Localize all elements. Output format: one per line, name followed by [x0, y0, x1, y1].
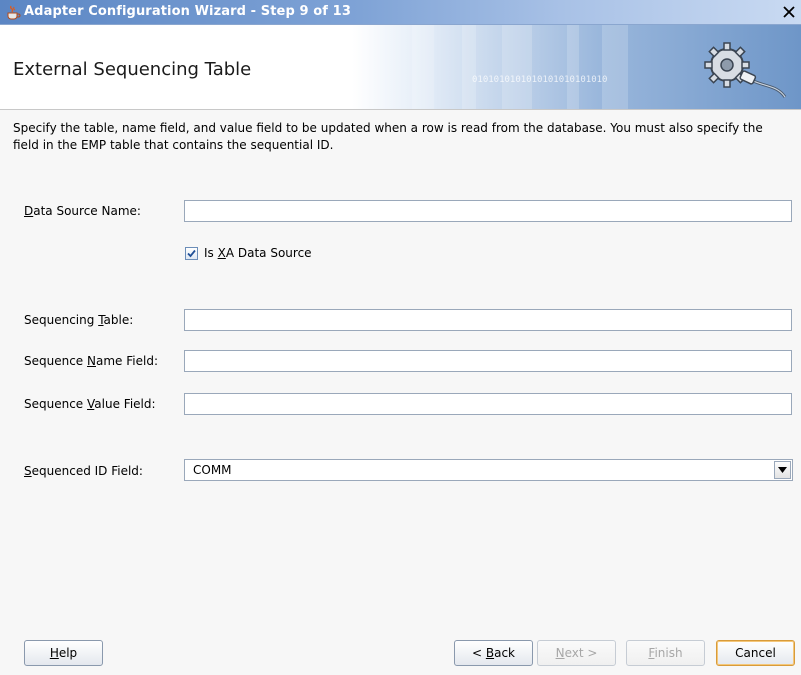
data-source-name-input[interactable]: [184, 200, 792, 222]
sequencing-table-label: Sequencing Table:: [24, 313, 134, 327]
sequenced-id-field-select[interactable]: COMM: [184, 459, 793, 481]
sequence-value-field-label: Sequence Value Field:: [24, 397, 156, 411]
sequenced-id-field-value: COMM: [193, 463, 232, 477]
sequenced-id-field-label: Sequenced ID Field:: [24, 464, 143, 478]
is-xa-label: Is XA Data Source: [204, 246, 312, 260]
checkmark-icon: [187, 249, 196, 257]
chevron-down-icon: [778, 467, 787, 473]
window-title: Adapter Configuration Wizard - Step 9 of…: [24, 4, 351, 19]
is-xa-checkbox-row[interactable]: Is XA Data Source: [185, 245, 312, 261]
sequence-value-field-input[interactable]: [184, 393, 792, 415]
data-source-name-label: Data Source Name:: [24, 204, 141, 218]
step-description: Specify the table, name field, and value…: [13, 121, 763, 152]
finish-button[interactable]: Finish: [626, 640, 705, 666]
is-xa-checkbox[interactable]: [185, 246, 198, 260]
gear-plug-icon: [704, 42, 787, 98]
cancel-button[interactable]: Cancel: [716, 640, 795, 666]
title-bar: Adapter Configuration Wizard - Step 9 of…: [0, 0, 801, 25]
help-button[interactable]: Help: [24, 640, 103, 666]
sequencing-table-input[interactable]: [184, 309, 792, 331]
dropdown-button[interactable]: [774, 461, 791, 479]
wizard-banner: 0101010101010101010101010 External Seque…: [0, 25, 801, 110]
sequence-name-field-label: Sequence Name Field:: [24, 354, 158, 368]
java-cup-icon: [7, 5, 21, 20]
next-button[interactable]: Next >: [537, 640, 616, 666]
sequence-name-field-input[interactable]: [184, 350, 792, 372]
close-icon: [783, 6, 795, 18]
binary-decoration: 0101010101010101010101010: [472, 75, 608, 85]
back-button[interactable]: < Back: [454, 640, 533, 666]
page-title: External Sequencing Table: [13, 59, 252, 80]
close-window-button[interactable]: [780, 3, 798, 20]
